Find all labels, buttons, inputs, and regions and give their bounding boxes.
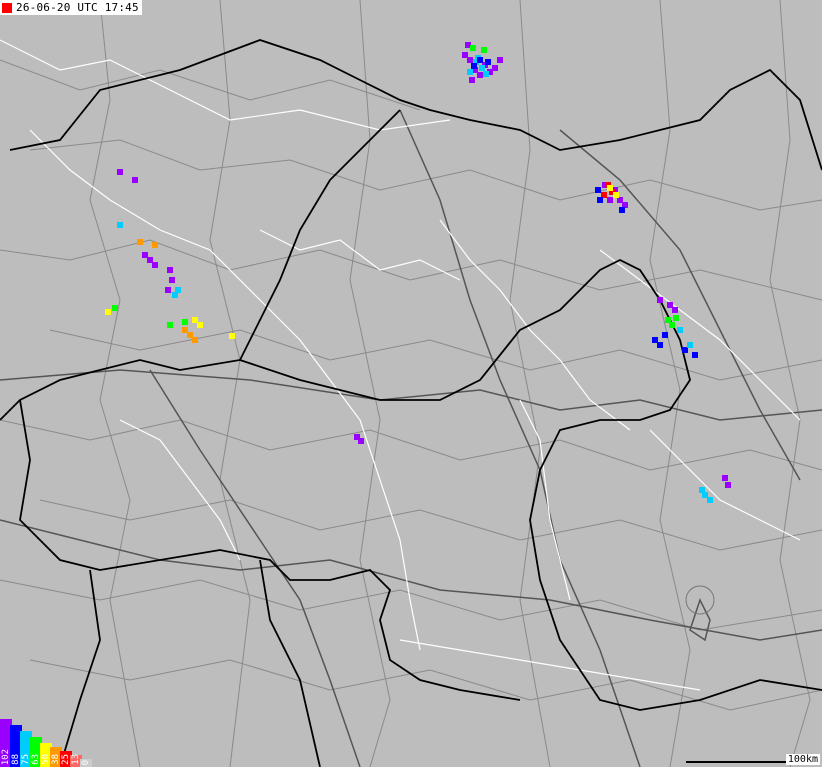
strike-cell [469,77,475,83]
strike-cell [699,487,705,493]
strike-cell [182,319,188,325]
strike-cell [707,497,713,503]
strike-cell [673,315,679,321]
strike-cell [467,57,473,63]
strike-cell [595,187,601,193]
strike-cell [105,309,111,315]
scale-label: 100km [785,754,820,765]
strike-cell [725,482,731,488]
strike-cell [467,69,473,75]
strike-cell [477,57,483,63]
timestamp-badge: 26-06-20 UTC 17:45 [0,0,142,15]
strike-cell [182,327,188,333]
strike-cell [167,322,173,328]
strike-cell [687,342,693,348]
strike-cell [657,297,663,303]
strike-cell [132,177,138,183]
timestamp-text: 26-06-20 UTC 17:45 [16,1,139,14]
strike-cell [229,333,235,339]
strike-cell [672,307,678,313]
strike-age-legend: 102 88 75 63 50 38 25 13 0 [0,719,96,767]
strike-cell [165,287,171,293]
strike-cell [497,57,503,63]
land-background [0,0,822,767]
strike-cell [692,352,698,358]
strike-cell [117,169,123,175]
strike-cell [597,197,603,203]
strike-cell [152,242,158,248]
scale-line [686,761,786,763]
strike-cell [152,262,158,268]
live-indicator-icon [2,2,12,13]
strike-cell [175,287,181,293]
strike-cell [613,192,619,198]
strike-cell [358,438,364,444]
strike-cell [479,65,485,71]
strike-cell [167,267,173,273]
strike-cell [471,63,477,69]
strike-cell [722,475,728,481]
strike-cell [117,222,123,228]
strike-cell [477,72,483,78]
strike-cell [669,322,675,328]
strike-cell [607,185,613,191]
strike-cell [607,197,613,203]
strike-cell [470,45,476,51]
strike-cell [112,305,118,311]
strike-cell [677,327,683,333]
lightning-map [0,0,822,767]
strike-cell [137,239,143,245]
legend-swatch: 0 [80,759,92,767]
strike-cell [169,277,175,283]
strike-cell [619,207,625,213]
strike-cell [197,322,203,328]
strike-cell [481,47,487,53]
scale-bar: 100km [682,751,822,767]
strike-cell [492,65,498,71]
strike-cell [142,252,148,258]
strike-cell [192,337,198,343]
strike-cell [485,59,491,65]
strike-cell [483,71,489,77]
strike-cell [662,332,668,338]
legend-label: 0 [81,759,91,765]
strike-cell [657,342,663,348]
